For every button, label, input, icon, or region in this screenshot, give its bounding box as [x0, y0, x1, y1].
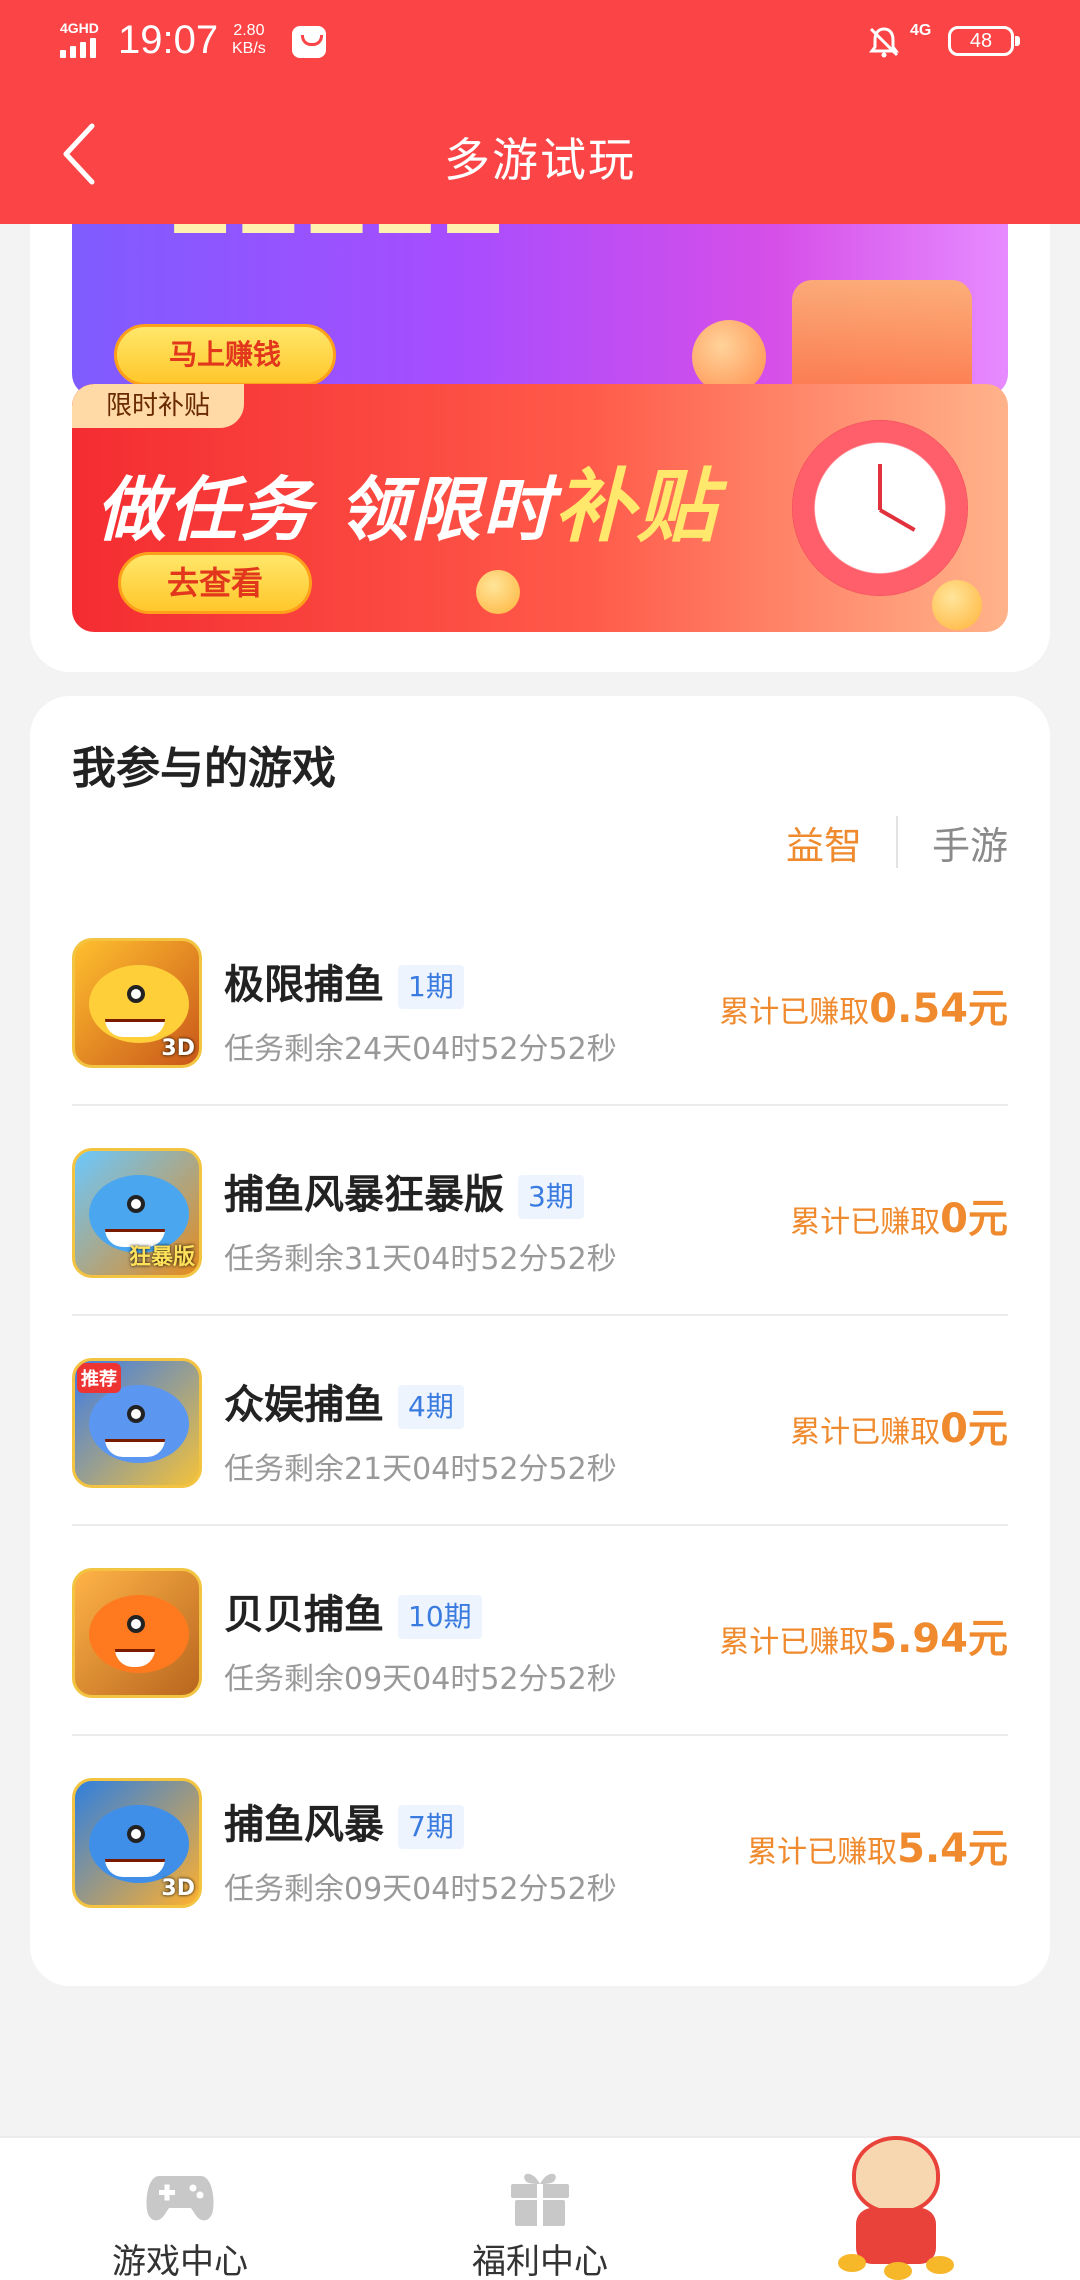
earned-amount: 0元 — [940, 1196, 1008, 1242]
limited-tag: 限时补贴 — [72, 384, 244, 428]
status-time: 19:07 — [118, 18, 219, 62]
game-name: 捕鱼风暴 7期 — [224, 1792, 464, 1850]
top-bar: 4GHD 19:07 2.80 KB/s 4G 48 多游试玩 — [0, 0, 1080, 224]
game-name: 捕鱼风暴狂暴版 3期 — [224, 1162, 584, 1220]
earned-total: 累计已赚取0.54元 — [719, 976, 1008, 1034]
tab-divider — [895, 816, 898, 868]
speed-unit: KB/s — [232, 40, 266, 57]
period-badge: 7期 — [398, 1805, 464, 1849]
recommended-shark-icon: 推荐 — [72, 1358, 202, 1488]
battery-level: 48 — [969, 30, 993, 52]
time-remaining: 任务剩余09天04时52分52秒 — [224, 1662, 617, 1697]
earned-label: 累计已赚取 — [747, 1835, 898, 1870]
banner-heading-main: 做任务 领限时 — [96, 469, 555, 551]
nav-label: 游戏中心 — [112, 2242, 248, 2280]
period-badge: 10期 — [398, 1595, 482, 1639]
banner-card: ▬▬▬▬▬ 马上赚钱 限时补贴 做任务 领限时补贴 去查看 — [30, 150, 1050, 672]
game-row[interactable]: 3D 捕鱼风暴 7期 任务剩余09天04时52分52秒 累计已赚取5.4元 — [72, 1736, 1008, 1946]
shopping-bag-icon — [292, 26, 326, 58]
period-badge: 1期 — [398, 965, 464, 1009]
bottom-nav: 游戏中心 福利中心 — [0, 2136, 1080, 2280]
game-name: 贝贝捕鱼 10期 — [224, 1582, 482, 1640]
promo-banner-subsidy[interactable]: 限时补贴 做任务 领限时补贴 去查看 — [72, 384, 1008, 632]
earned-label: 累计已赚取 — [719, 1625, 870, 1660]
time-remaining: 任务剩余31天04时52分52秒 — [224, 1242, 617, 1277]
banner-heading: 做任务 领限时补贴 — [96, 442, 718, 558]
period-badge: 4期 — [398, 1385, 464, 1429]
my-games-card: 我参与的游戏 益智 手游 3D 极限捕鱼 1期 任务剩余24天04时52分52秒 … — [30, 696, 1050, 1986]
nav-welfare-center[interactable]: 福利中心 — [430, 2152, 650, 2280]
page-title: 多游试玩 — [444, 133, 636, 187]
tab-mobile-games[interactable]: 手游 — [932, 815, 1008, 870]
shark-3d-icon: 3D — [72, 1778, 202, 1908]
coin-icon — [692, 320, 766, 394]
time-remaining: 任务剩余24天04时52分52秒 — [224, 1032, 617, 1067]
game-title: 捕鱼风暴 — [224, 1802, 384, 1848]
network-type: 4G — [910, 22, 932, 39]
game-title: 贝贝捕鱼 — [224, 1592, 384, 1638]
game-row[interactable]: 3D 极限捕鱼 1期 任务剩余24天04时52分52秒 累计已赚取0.54元 — [72, 896, 1008, 1106]
time-remaining: 任务剩余09天04时52分52秒 — [224, 1872, 617, 1907]
game-title: 极限捕鱼 — [224, 962, 384, 1008]
period-badge: 3期 — [518, 1175, 584, 1219]
alarm-clock-icon — [792, 420, 968, 596]
game-row[interactable]: 贝贝捕鱼 10期 任务剩余09天04时52分52秒 累计已赚取5.94元 — [72, 1526, 1008, 1736]
game-name: 极限捕鱼 1期 — [224, 952, 464, 1010]
network-speed: 2.80 KB/s — [232, 22, 266, 58]
status-bar: 4GHD 19:07 2.80 KB/s 4G 48 — [0, 0, 1080, 84]
banner-heading-highlight: 补贴 — [554, 460, 719, 553]
section-title: 我参与的游戏 — [72, 743, 336, 794]
earned-total: 累计已赚取5.94元 — [719, 1606, 1008, 1664]
earned-label: 累计已赚取 — [790, 1205, 941, 1240]
promo-banner-earn[interactable]: ▬▬▬▬▬ 马上赚钱 — [72, 210, 1008, 396]
earned-label: 累计已赚取 — [719, 995, 870, 1030]
earned-amount: 5.4元 — [897, 1826, 1008, 1872]
gold-shark-3d-icon: 3D — [72, 938, 202, 1068]
gift-icon — [511, 2173, 569, 2226]
gamepad-icon — [146, 2176, 214, 2221]
coin-icon — [932, 580, 982, 630]
earned-amount: 5.94元 — [869, 1616, 1008, 1662]
tab-puzzle[interactable]: 益智 — [786, 815, 862, 870]
trophy-podium-icon — [792, 280, 972, 396]
earned-total: 累计已赚取0元 — [790, 1396, 1008, 1454]
category-tabs: 益智 手游 — [786, 812, 1008, 872]
tiger-mascot-icon[interactable] — [834, 2132, 958, 2280]
bell-muted-icon — [866, 24, 902, 60]
earned-total: 累计已赚取5.4元 — [747, 1816, 1008, 1874]
game-title: 捕鱼风暴狂暴版 — [224, 1172, 504, 1218]
game-list: 3D 极限捕鱼 1期 任务剩余24天04时52分52秒 累计已赚取0.54元 狂暴… — [72, 896, 1008, 1946]
earned-amount: 0元 — [940, 1406, 1008, 1452]
blue-shark-rampage-icon: 狂暴版 — [72, 1148, 202, 1278]
game-title: 众娱捕鱼 — [224, 1382, 384, 1428]
battery-icon: 48 — [948, 26, 1020, 56]
game-name: 众娱捕鱼 4期 — [224, 1372, 464, 1430]
game-row[interactable]: 推荐 众娱捕鱼 4期 任务剩余21天04时52分52秒 累计已赚取0元 — [72, 1316, 1008, 1526]
speed-value: 2.80 — [233, 22, 265, 39]
earned-amount: 0.54元 — [869, 986, 1008, 1032]
earned-label: 累计已赚取 — [790, 1415, 941, 1450]
clownfish-icon — [72, 1568, 202, 1698]
time-remaining: 任务剩余21天04时52分52秒 — [224, 1452, 617, 1487]
earn-money-button[interactable]: 马上赚钱 — [114, 324, 336, 386]
coin-icon — [476, 570, 520, 614]
earned-total: 累计已赚取0元 — [790, 1186, 1008, 1244]
signal-icon — [60, 36, 104, 58]
network-label: 4GHD — [60, 20, 99, 36]
game-row[interactable]: 狂暴版 捕鱼风暴狂暴版 3期 任务剩余31天04时52分52秒 累计已赚取0元 — [72, 1106, 1008, 1316]
nav-game-center[interactable]: 游戏中心 — [70, 2152, 290, 2280]
view-button[interactable]: 去查看 — [118, 552, 312, 614]
nav-label: 福利中心 — [472, 2242, 608, 2280]
